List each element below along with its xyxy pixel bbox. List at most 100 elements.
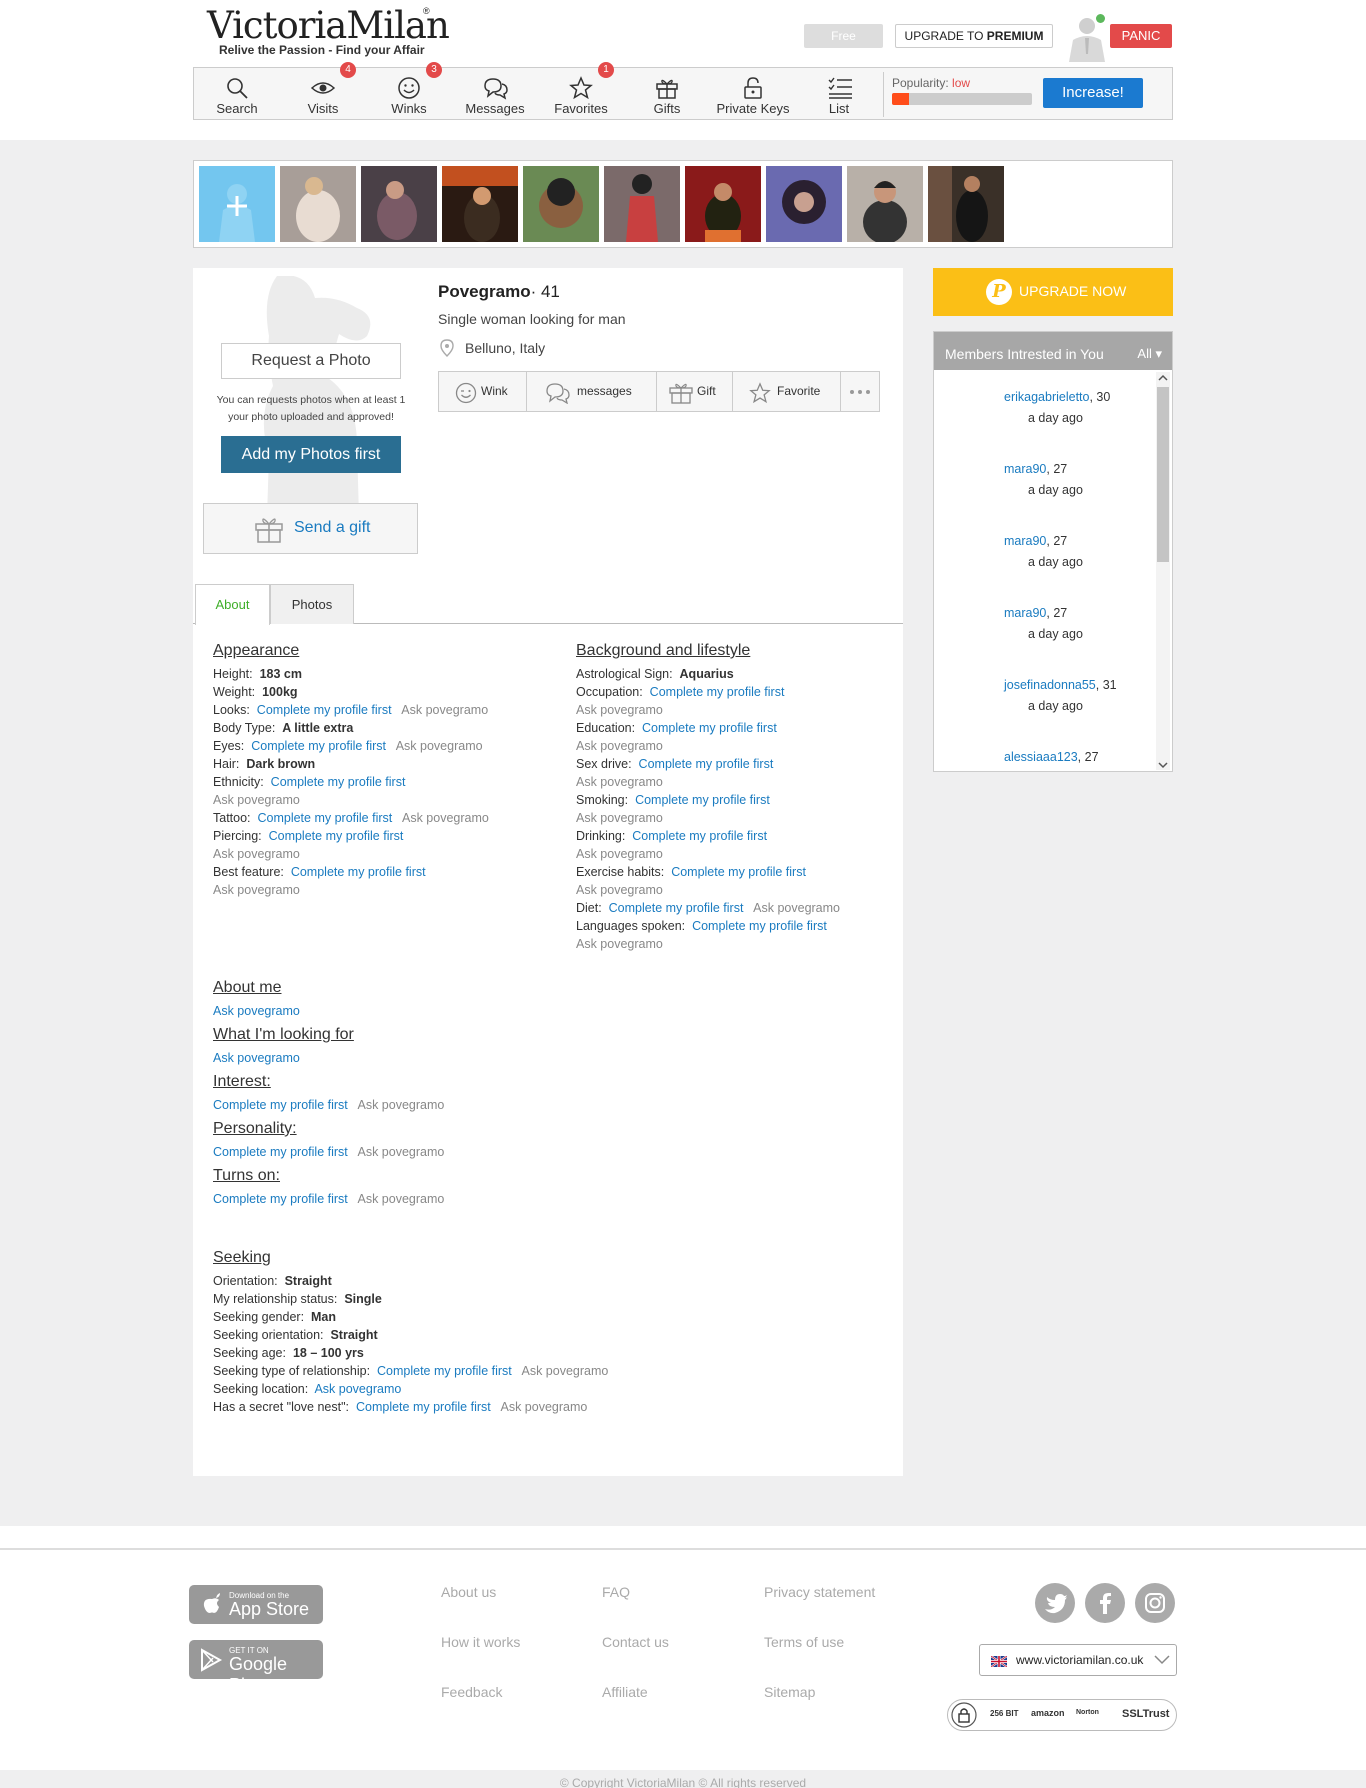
- footer-link-terms[interactable]: Terms of use: [764, 1634, 844, 1650]
- member-thumb[interactable]: [847, 166, 923, 242]
- members-filter-dropdown[interactable]: All ▾: [1137, 332, 1162, 376]
- gift-button[interactable]: Gift: [657, 372, 733, 411]
- member-thumb[interactable]: [685, 166, 761, 242]
- member-thumb[interactable]: [766, 166, 842, 242]
- ask-member-link[interactable]: Ask povegramo: [576, 739, 663, 753]
- upgrade-premium-button[interactable]: UPGRADE TO PREMIUM: [895, 24, 1053, 48]
- complete-profile-link[interactable]: Complete my profile first: [632, 829, 767, 843]
- complete-profile-link[interactable]: Complete my profile first: [356, 1400, 491, 1414]
- footer-link-faq[interactable]: FAQ: [602, 1584, 630, 1600]
- complete-profile-link[interactable]: Complete my profile first: [271, 775, 406, 789]
- footer-link-feedback[interactable]: Feedback: [441, 1684, 502, 1700]
- app-store-badge[interactable]: Download on the App Store: [189, 1585, 323, 1624]
- more-actions-button[interactable]: [841, 372, 879, 411]
- member-thumb[interactable]: [280, 166, 356, 242]
- upgrade-now-button[interactable]: P UPGRADE NOW: [933, 268, 1173, 316]
- add-photos-button[interactable]: Add my Photos first: [221, 436, 401, 473]
- ask-member-link[interactable]: Ask povegramo: [358, 1145, 445, 1159]
- ask-member-link[interactable]: Ask povegramo: [500, 1400, 587, 1414]
- member-name-link[interactable]: erikagabrieletto: [1004, 390, 1089, 404]
- scroll-up-icon[interactable]: [1158, 374, 1168, 382]
- footer-link-how-it-works[interactable]: How it works: [441, 1634, 520, 1650]
- member-list-item[interactable]: mara90, 27 a day ago: [1004, 531, 1083, 573]
- panic-button[interactable]: PANIC: [1110, 24, 1172, 48]
- member-name-link[interactable]: josefinadonna55: [1004, 678, 1096, 692]
- ask-member-link[interactable]: Ask povegramo: [401, 703, 488, 717]
- favorite-button[interactable]: Favorite: [733, 372, 841, 411]
- ask-member-link[interactable]: Ask povegramo: [576, 703, 663, 717]
- scroll-down-icon[interactable]: [1158, 761, 1168, 769]
- complete-profile-link[interactable]: Complete my profile first: [213, 1145, 348, 1159]
- member-thumb[interactable]: [523, 166, 599, 242]
- ask-member-link[interactable]: Ask povegramo: [402, 811, 489, 825]
- complete-profile-link[interactable]: Complete my profile first: [650, 685, 785, 699]
- ask-member-link[interactable]: Ask povegramo: [358, 1192, 445, 1206]
- tab-about[interactable]: About: [195, 584, 270, 625]
- footer-link-affiliate[interactable]: Affiliate: [602, 1684, 648, 1700]
- send-gift-button[interactable]: Send a gift: [203, 503, 418, 554]
- nav-list[interactable]: List: [796, 68, 882, 121]
- ask-member-link[interactable]: Ask povegramo: [213, 1051, 300, 1065]
- ask-member-link[interactable]: Ask povegramo: [213, 847, 300, 861]
- ask-member-link[interactable]: Ask povegramo: [576, 883, 663, 897]
- complete-profile-link[interactable]: Complete my profile first: [377, 1364, 512, 1378]
- member-thumb[interactable]: [604, 166, 680, 242]
- footer-link-privacy[interactable]: Privacy statement: [764, 1584, 875, 1600]
- member-thumb[interactable]: [442, 166, 518, 242]
- ask-member-link[interactable]: Ask povegramo: [314, 1382, 401, 1396]
- twitter-button[interactable]: [1035, 1583, 1075, 1623]
- tab-photos[interactable]: Photos: [270, 584, 354, 624]
- nav-private-keys[interactable]: Private Keys: [710, 68, 796, 121]
- footer-link-sitemap[interactable]: Sitemap: [764, 1684, 815, 1700]
- nav-gifts[interactable]: Gifts: [624, 68, 710, 121]
- member-list-item[interactable]: mara90, 27 a day ago: [1004, 459, 1083, 501]
- complete-profile-link[interactable]: Complete my profile first: [257, 811, 392, 825]
- ask-member-link[interactable]: Ask povegramo: [576, 811, 663, 825]
- member-list-item[interactable]: erikagabrieletto, 30 a day ago: [1004, 387, 1110, 429]
- complete-profile-link[interactable]: Complete my profile first: [635, 793, 770, 807]
- members-scrollbar-thumb[interactable]: [1157, 387, 1169, 562]
- instagram-button[interactable]: [1135, 1583, 1175, 1623]
- ask-member-link[interactable]: Ask povegramo: [576, 937, 663, 951]
- footer-link-contact[interactable]: Contact us: [602, 1634, 669, 1650]
- complete-profile-link[interactable]: Complete my profile first: [642, 721, 777, 735]
- ask-member-link[interactable]: Ask povegramo: [522, 1364, 609, 1378]
- member-list-item[interactable]: alessiaaa123, 27: [1004, 747, 1099, 768]
- complete-profile-link[interactable]: Complete my profile first: [291, 865, 426, 879]
- member-name-link[interactable]: mara90: [1004, 534, 1046, 548]
- footer-link-about[interactable]: About us: [441, 1584, 496, 1600]
- complete-profile-link[interactable]: Complete my profile first: [213, 1098, 348, 1112]
- messages-button[interactable]: messages: [527, 372, 657, 411]
- logo[interactable]: VictoriaMilan: [207, 4, 450, 47]
- member-name-link[interactable]: mara90: [1004, 462, 1046, 476]
- nav-messages[interactable]: Messages: [452, 68, 538, 121]
- ask-member-link[interactable]: Ask povegramo: [396, 739, 483, 753]
- free-plan-button[interactable]: Free: [804, 24, 883, 48]
- facebook-button[interactable]: [1085, 1583, 1125, 1623]
- nav-visits[interactable]: 4 Visits: [280, 62, 366, 121]
- member-list-item[interactable]: josefinadonna55, 31 a day ago: [1004, 675, 1117, 717]
- ask-member-link[interactable]: Ask povegramo: [213, 1004, 300, 1018]
- complete-profile-link[interactable]: Complete my profile first: [213, 1192, 348, 1206]
- google-play-badge[interactable]: GET IT ON Google Play: [189, 1640, 323, 1695]
- nav-winks[interactable]: 3 Winks: [366, 62, 452, 121]
- complete-profile-link[interactable]: Complete my profile first: [639, 757, 774, 771]
- ask-member-link[interactable]: Ask povegramo: [213, 793, 300, 807]
- member-thumb[interactable]: [928, 166, 1004, 242]
- ask-member-link[interactable]: Ask povegramo: [753, 901, 840, 915]
- ask-member-link[interactable]: Ask povegramo: [576, 847, 663, 861]
- add-photo-thumb[interactable]: [199, 166, 275, 242]
- wink-button[interactable]: Wink: [439, 372, 527, 411]
- ask-member-link[interactable]: Ask povegramo: [213, 883, 300, 897]
- request-photo-button[interactable]: Request a Photo: [221, 343, 401, 379]
- complete-profile-link[interactable]: Complete my profile first: [671, 865, 806, 879]
- member-name-link[interactable]: alessiaaa123: [1004, 750, 1078, 764]
- ask-member-link[interactable]: Ask povegramo: [576, 775, 663, 789]
- member-name-link[interactable]: mara90: [1004, 606, 1046, 620]
- complete-profile-link[interactable]: Complete my profile first: [692, 919, 827, 933]
- ask-member-link[interactable]: Ask povegramo: [358, 1098, 445, 1112]
- complete-profile-link[interactable]: Complete my profile first: [609, 901, 744, 915]
- member-thumb[interactable]: [361, 166, 437, 242]
- complete-profile-link[interactable]: Complete my profile first: [269, 829, 404, 843]
- increase-popularity-button[interactable]: Increase!: [1043, 78, 1143, 108]
